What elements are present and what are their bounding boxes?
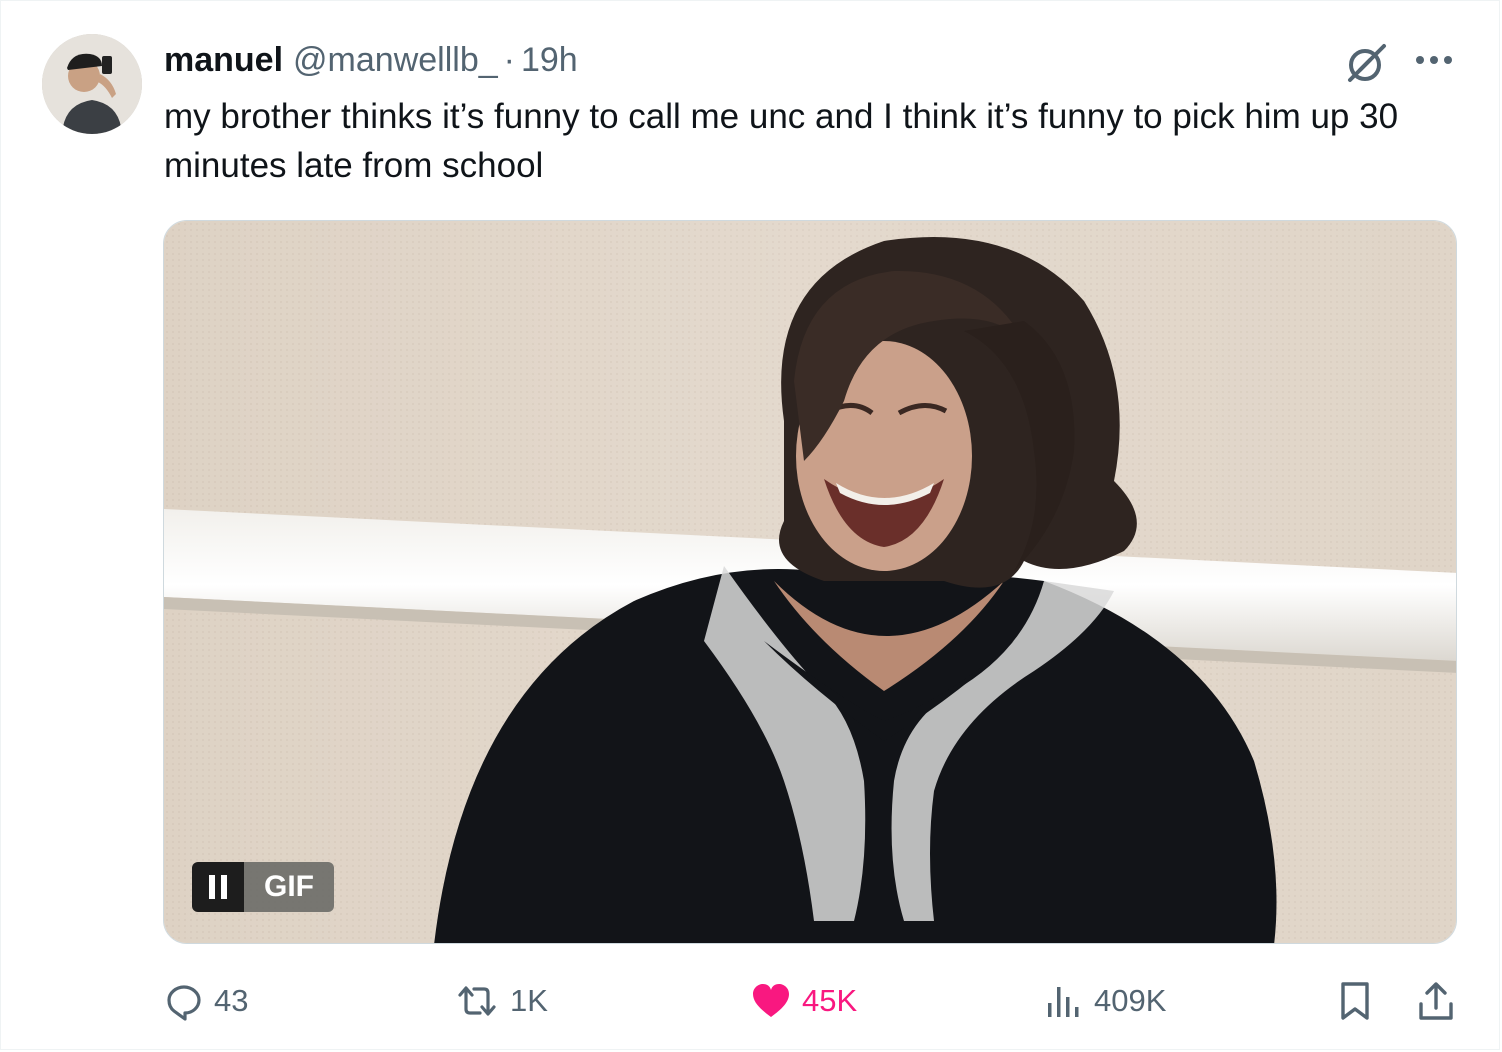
- bookmark-button[interactable]: [1338, 976, 1372, 1026]
- share-button[interactable]: [1416, 976, 1456, 1026]
- separator-dot: ·: [503, 40, 515, 79]
- views-icon: [1048, 987, 1079, 1017]
- reply-button[interactable]: 43: [164, 976, 248, 1026]
- tweet-media-gif[interactable]: [163, 220, 1457, 944]
- like-button[interactable]: 45K: [750, 976, 857, 1026]
- pause-button[interactable]: [192, 862, 244, 912]
- views-button[interactable]: 409K: [1044, 976, 1166, 1026]
- tweet-header: manuel @manwelllb_ · 19h: [164, 38, 578, 82]
- bookmark-icon: [1341, 982, 1369, 1020]
- repost-icon: [458, 986, 496, 1016]
- grok-icon[interactable]: [1344, 40, 1390, 86]
- author-handle[interactable]: @manwelllb_: [293, 41, 498, 80]
- reply-count: 43: [214, 983, 249, 1018]
- like-count: 45K: [802, 983, 858, 1018]
- repost-count: 1K: [510, 983, 548, 1018]
- avatar[interactable]: [42, 34, 142, 134]
- gif-badge[interactable]: GIF: [192, 862, 334, 912]
- tweet-timestamp[interactable]: 19h: [521, 41, 578, 80]
- views-count: 409K: [1094, 983, 1167, 1018]
- more-icon[interactable]: [1412, 44, 1456, 76]
- pause-icon: [209, 875, 227, 899]
- like-icon: [753, 984, 789, 1017]
- gif-label: GIF: [244, 862, 334, 912]
- repost-button[interactable]: 1K: [454, 976, 548, 1026]
- tweet-text: my brother thinks it’s funny to call me …: [164, 97, 1399, 185]
- share-icon: [1419, 982, 1453, 1020]
- author-name[interactable]: manuel: [164, 41, 283, 80]
- reply-icon: [167, 985, 201, 1021]
